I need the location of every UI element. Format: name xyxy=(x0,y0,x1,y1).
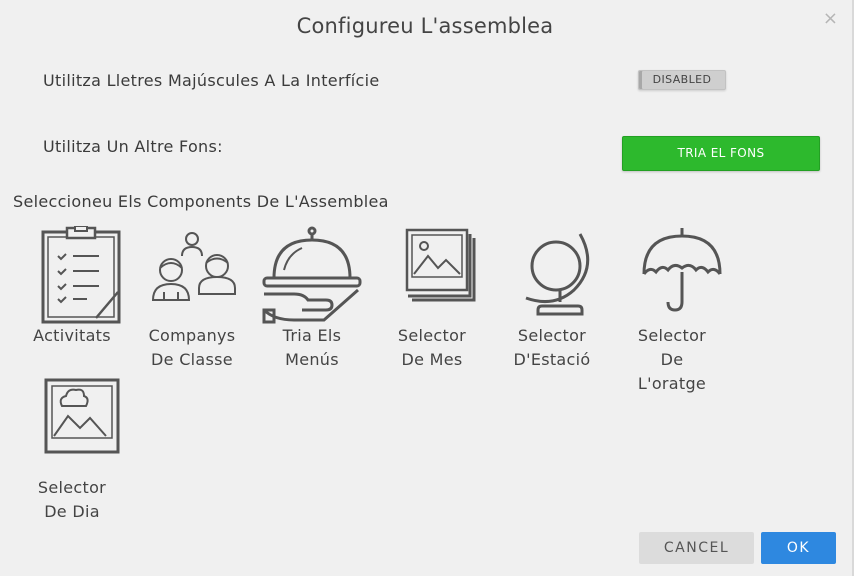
component-label: Selector xyxy=(397,326,467,345)
component-label: Menús xyxy=(285,350,339,369)
component-label: Companys xyxy=(148,326,236,345)
components-section-title: Seleccioneu Els Components De L'Assemble… xyxy=(13,192,389,211)
close-icon[interactable]: × xyxy=(823,8,838,29)
component-month-selector[interactable]: Selector De Mes xyxy=(372,226,492,372)
component-label: L'oratge xyxy=(637,374,707,393)
cancel-button[interactable]: CANCEL xyxy=(639,532,754,564)
component-weather-selector[interactable]: Selector De L'oratge xyxy=(612,226,732,396)
component-label: Selector xyxy=(637,326,707,345)
uppercase-toggle[interactable]: DISABLED xyxy=(638,70,726,90)
ok-button[interactable]: OK xyxy=(761,532,836,564)
component-label: D'Estació xyxy=(513,350,591,369)
umbrella-icon xyxy=(642,228,722,312)
clipboard-checklist-icon xyxy=(41,226,121,324)
component-classmates[interactable]: Companys De Classe xyxy=(132,226,252,372)
component-label: Selector xyxy=(37,478,107,497)
background-option-label: Utilitza Un Altre Fons: xyxy=(43,137,223,156)
choose-background-button[interactable]: TRIA EL FONS xyxy=(622,136,820,171)
component-label: Selector xyxy=(517,326,587,345)
uppercase-option-label: Utilitza Lletres Majúscules A La Interfí… xyxy=(43,71,380,90)
component-label: Activitats xyxy=(33,326,111,345)
photo-stack-icon xyxy=(405,228,476,302)
component-label: De Dia xyxy=(44,502,100,521)
component-label: Tria Els xyxy=(282,326,342,345)
dialog-title: Configureu L'assemblea xyxy=(296,14,554,38)
configure-assembly-dialog: Configureu L'assemblea × Utilitza Lletre… xyxy=(0,0,854,576)
component-label: De Mes xyxy=(401,350,463,369)
landscape-picture-icon xyxy=(44,378,120,454)
component-label: De Classe xyxy=(151,350,233,369)
component-choose-menus[interactable]: Tria Els Menús xyxy=(252,226,372,372)
component-season-selector[interactable]: Selector D'Estació xyxy=(492,226,612,372)
component-activities[interactable]: Activitats xyxy=(12,226,132,348)
classmates-icon xyxy=(151,232,236,301)
component-day-selector[interactable]: Selector De Dia xyxy=(12,376,132,524)
serving-cloche-icon xyxy=(262,226,362,324)
component-label: De xyxy=(660,350,684,369)
globe-icon xyxy=(525,233,590,316)
